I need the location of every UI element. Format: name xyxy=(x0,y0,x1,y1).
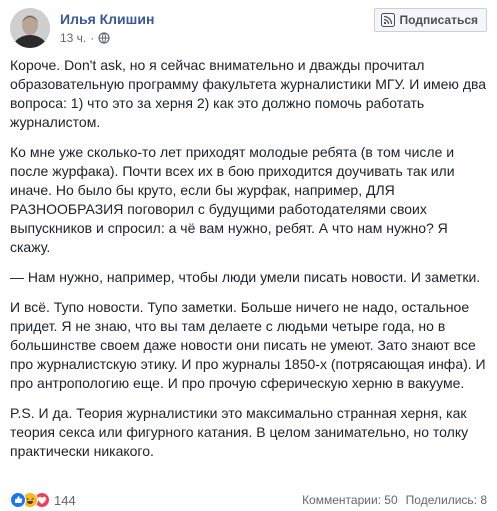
avatar-photo xyxy=(10,8,50,48)
post-paragraph: И всё. Тупо новости. Тупо заметки. Больш… xyxy=(10,299,486,391)
subscribe-label: Подписаться xyxy=(399,13,478,27)
post-body: Короче. Don't ask, но я сейчас вниматель… xyxy=(10,56,488,472)
rss-icon xyxy=(380,13,395,27)
subscribe-button[interactable]: Подписаться xyxy=(373,8,487,32)
separator-dot: · xyxy=(90,31,95,45)
comments-count[interactable]: Комментарии: 50 xyxy=(302,493,398,507)
post-stats: Комментарии: 50 Поделились: 8 xyxy=(302,493,487,507)
post-paragraph: — Нам нужно, например, чтобы люди умели … xyxy=(10,269,481,285)
post-time[interactable]: 13 ч. xyxy=(60,31,86,45)
post-header: Илья Клишин 13 ч. · Подписаться xyxy=(10,8,487,52)
author-name[interactable]: Илья Клишин xyxy=(60,11,154,27)
post-paragraph: Ко мне уже сколько-то лет приходят молод… xyxy=(10,144,455,255)
like-icon xyxy=(10,492,26,508)
facebook-post: Илья Клишин 13 ч. · Подписаться Короче. … xyxy=(0,0,497,511)
shares-count[interactable]: Поделились: 8 xyxy=(406,493,487,507)
avatar[interactable] xyxy=(10,8,50,48)
reaction-count: 144 xyxy=(54,492,76,508)
post-meta: 13 ч. · xyxy=(60,31,110,45)
post-footer: 144 Комментарии: 50 Поделились: 8 xyxy=(10,490,487,510)
post-paragraph: P.S. И да. Теория журналистики это макси… xyxy=(10,405,469,459)
reactions-summary[interactable]: 144 xyxy=(10,492,76,508)
post-paragraph: Короче. Don't ask, но я сейчас вниматель… xyxy=(10,57,487,130)
globe-icon xyxy=(98,32,110,44)
